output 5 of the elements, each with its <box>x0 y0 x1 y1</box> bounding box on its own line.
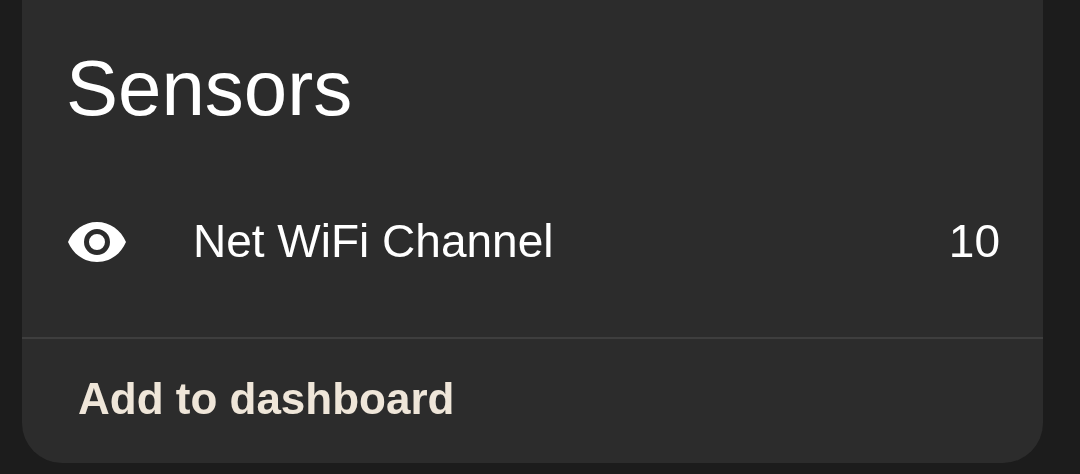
entity-value: 10 <box>948 214 1000 269</box>
add-to-dashboard-button[interactable]: Add to dashboard <box>78 373 455 426</box>
entity-name: Net WiFi Channel <box>193 214 555 269</box>
eye-icon <box>68 221 126 262</box>
card-title: Sensors <box>65 43 354 127</box>
